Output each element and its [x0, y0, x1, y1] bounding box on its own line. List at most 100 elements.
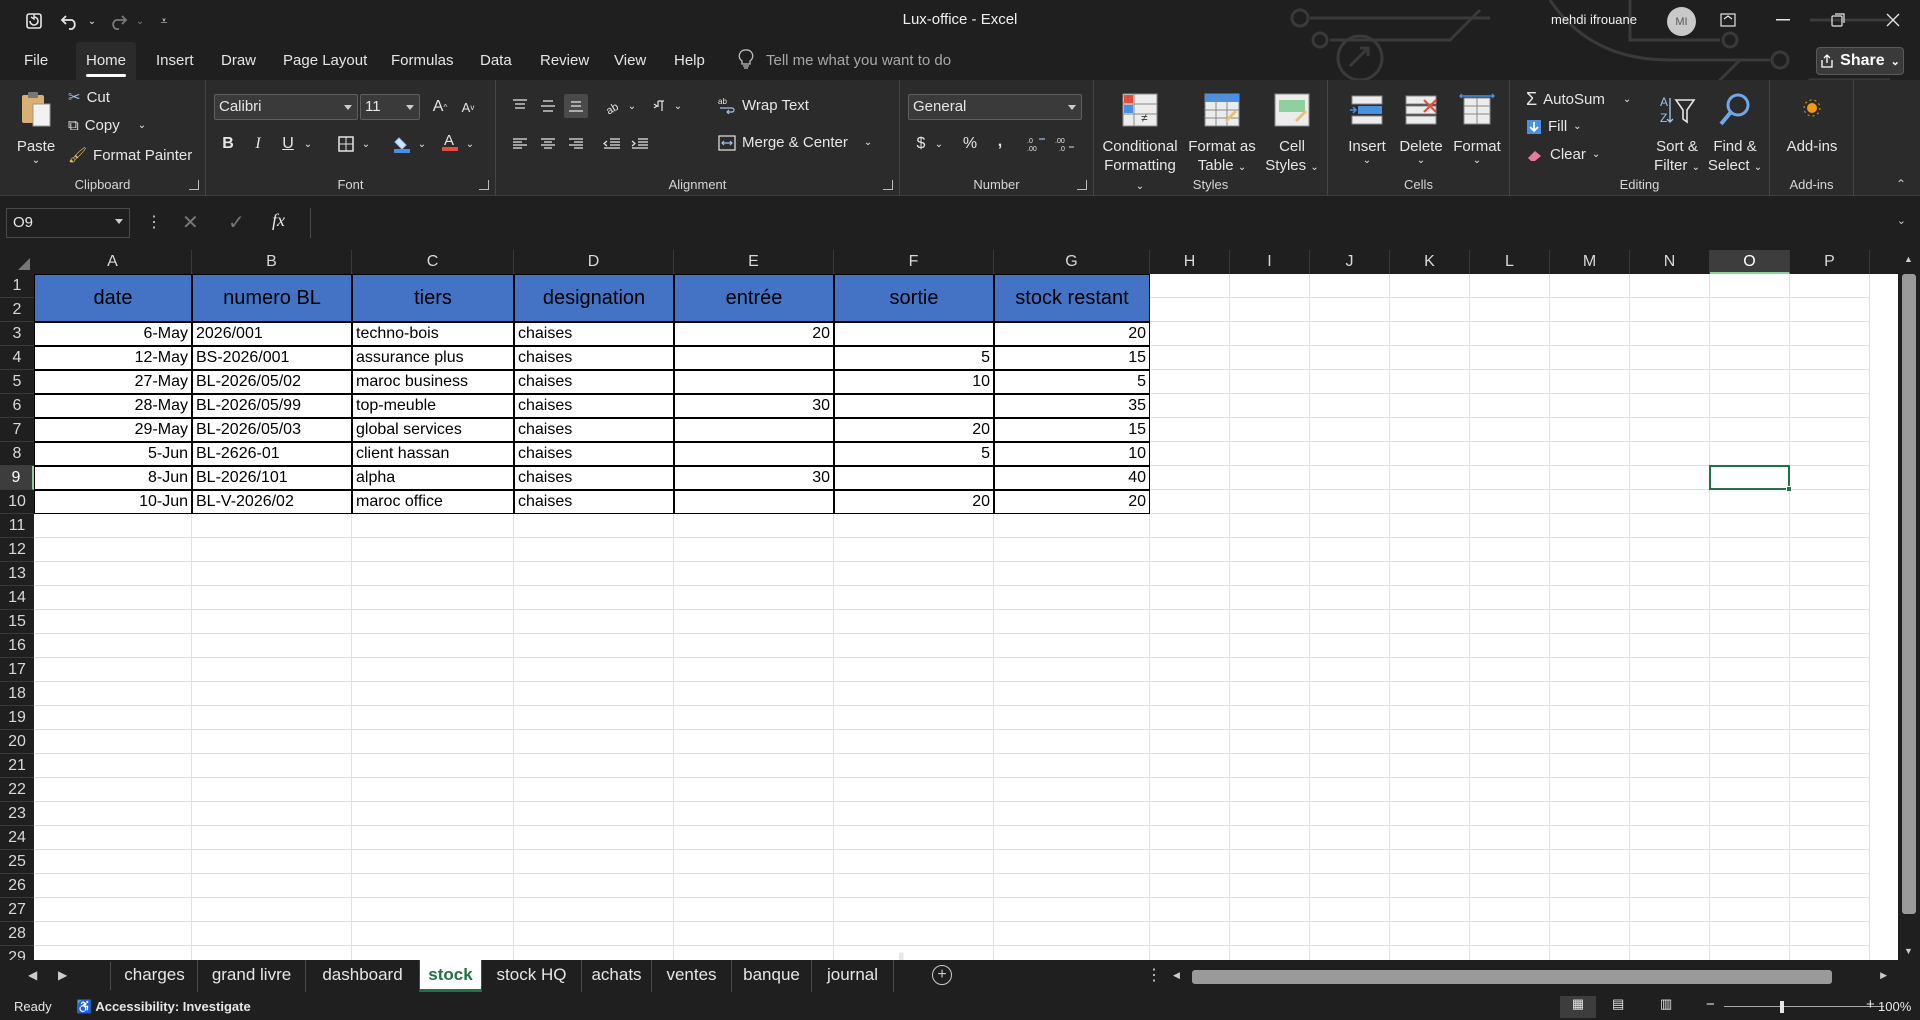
- table-cell[interactable]: BL-2026/101: [192, 466, 352, 490]
- cell-styles-button[interactable]: Cell Styles ⌄: [1262, 92, 1322, 177]
- align-top-icon[interactable]: [508, 94, 532, 118]
- sort-filter-button[interactable]: AZ Sort & Filter ⌄: [1648, 92, 1706, 177]
- fill-button[interactable]: Fill ⌄: [1526, 118, 1582, 135]
- table-header-cell[interactable]: entrée: [674, 274, 834, 322]
- find-select-button[interactable]: Find & Select ⌄: [1706, 92, 1764, 177]
- paste-button[interactable]: Paste ⌄: [10, 90, 62, 166]
- table-cell[interactable]: 35: [994, 394, 1150, 418]
- minimize-icon[interactable]: [1755, 0, 1810, 40]
- insert-function-icon[interactable]: fx: [272, 210, 285, 231]
- redo-dropdown-icon[interactable]: ⌄: [128, 9, 152, 33]
- table-cell[interactable]: techno-bois: [352, 322, 514, 346]
- column-header-o[interactable]: O: [1710, 250, 1790, 274]
- vertical-scroll-thumb[interactable]: [1902, 274, 1916, 914]
- table-cell[interactable]: [674, 370, 834, 394]
- table-header-cell[interactable]: numero BL: [192, 274, 352, 322]
- column-header-d[interactable]: D: [514, 250, 674, 274]
- row-header[interactable]: 19: [0, 706, 34, 730]
- select-all-button[interactable]: [0, 250, 34, 274]
- horizontal-scroll-thumb[interactable]: [1192, 970, 1832, 984]
- row-header[interactable]: 17: [0, 658, 34, 682]
- percent-button[interactable]: %: [958, 132, 982, 156]
- column-header-a[interactable]: A: [34, 250, 192, 274]
- tab-review[interactable]: Review: [530, 42, 599, 80]
- row-header[interactable]: 15: [0, 610, 34, 634]
- scroll-left-icon[interactable]: ◀: [1173, 970, 1180, 981]
- zoom-slider-thumb[interactable]: [1780, 1001, 1784, 1013]
- tab-data[interactable]: Data: [470, 42, 522, 80]
- column-header-g[interactable]: G: [994, 250, 1150, 274]
- tab-view[interactable]: View: [604, 42, 656, 80]
- row-header[interactable]: 5: [0, 370, 34, 394]
- comma-button[interactable]: ,: [988, 130, 1012, 154]
- column-header-h[interactable]: H: [1150, 250, 1230, 274]
- row-header[interactable]: 29: [0, 946, 34, 960]
- decrease-decimal-icon[interactable]: .00.0: [1052, 132, 1076, 156]
- table-cell[interactable]: BL-2026/05/99: [192, 394, 352, 418]
- page-layout-view-icon[interactable]: ▤: [1612, 996, 1624, 1012]
- merge-center-button[interactable]: Merge & Center ⌄: [718, 134, 872, 151]
- vertical-scrollbar[interactable]: ▲ ▼: [1898, 250, 1920, 960]
- redo-icon[interactable]: [106, 9, 130, 33]
- sheet-tab-charges[interactable]: charges: [112, 960, 198, 992]
- row-header[interactable]: 26: [0, 874, 34, 898]
- zoom-out-icon[interactable]: −: [1706, 996, 1715, 1013]
- number-format-select[interactable]: General: [908, 94, 1082, 120]
- fill-handle[interactable]: [1786, 486, 1792, 492]
- row-header[interactable]: 2: [0, 298, 34, 322]
- column-header-c[interactable]: C: [352, 250, 514, 274]
- shrink-font-icon[interactable]: Av: [456, 95, 480, 119]
- page-break-view-icon[interactable]: ▥: [1660, 996, 1672, 1012]
- align-left-icon[interactable]: [508, 132, 532, 156]
- chevron-down-icon[interactable]: ⌄: [296, 132, 320, 156]
- row-header[interactable]: 10: [0, 490, 34, 514]
- copy-button[interactable]: ⧉ Copy ⌄: [68, 117, 146, 134]
- customize-icon[interactable]: ⩡: [152, 9, 176, 33]
- table-cell[interactable]: chaises: [514, 466, 674, 490]
- table-cell[interactable]: assurance plus: [352, 346, 514, 370]
- row-header[interactable]: 11: [0, 514, 34, 538]
- row-header[interactable]: 6: [0, 394, 34, 418]
- sheet-tab-stock-hq[interactable]: stock HQ: [482, 960, 582, 992]
- table-cell[interactable]: BL-V-2026/02: [192, 490, 352, 514]
- increase-decimal-icon[interactable]: .0.00: [1024, 132, 1048, 156]
- row-header[interactable]: 14: [0, 586, 34, 610]
- wrap-text-button[interactable]: ab Wrap Text: [718, 96, 809, 114]
- close-icon[interactable]: [1865, 0, 1920, 40]
- row-header[interactable]: 1: [0, 274, 34, 298]
- chevron-down-icon[interactable]: ⌄: [354, 132, 378, 156]
- table-cell[interactable]: [834, 322, 994, 346]
- table-cell[interactable]: maroc business: [352, 370, 514, 394]
- row-header[interactable]: 9: [0, 466, 34, 490]
- row-header[interactable]: 3: [0, 322, 34, 346]
- row-header[interactable]: 28: [0, 922, 34, 946]
- table-cell[interactable]: BL-2026/05/02: [192, 370, 352, 394]
- table-cell[interactable]: 10: [834, 370, 994, 394]
- table-cell[interactable]: 10-Jun: [34, 490, 192, 514]
- column-header-n[interactable]: N: [1630, 250, 1710, 274]
- grow-font-icon[interactable]: A ^: [428, 95, 452, 119]
- table-cell[interactable]: 20: [994, 490, 1150, 514]
- font-family-select[interactable]: Calibri: [214, 94, 358, 120]
- row-header[interactable]: 13: [0, 562, 34, 586]
- table-cell[interactable]: [674, 490, 834, 514]
- tab-draw[interactable]: Draw: [211, 42, 266, 80]
- table-cell[interactable]: 27-May: [34, 370, 192, 394]
- table-cell[interactable]: 5-Jun: [34, 442, 192, 466]
- sheet-tab-stock[interactable]: stock: [420, 960, 482, 992]
- row-header[interactable]: 21: [0, 754, 34, 778]
- table-cell[interactable]: chaises: [514, 346, 674, 370]
- table-cell[interactable]: BL-2626-01: [192, 442, 352, 466]
- row-header[interactable]: 4: [0, 346, 34, 370]
- table-header-cell[interactable]: tiers: [352, 274, 514, 322]
- row-header[interactable]: 24: [0, 826, 34, 850]
- next-sheet-icon[interactable]: ▶: [58, 968, 67, 982]
- table-cell[interactable]: global services: [352, 418, 514, 442]
- column-header-e[interactable]: E: [674, 250, 834, 274]
- add-sheet-icon[interactable]: +: [932, 965, 952, 985]
- column-header-k[interactable]: K: [1390, 250, 1470, 274]
- table-cell[interactable]: chaises: [514, 418, 674, 442]
- clipboard-dialog-launcher[interactable]: [189, 180, 199, 190]
- zoom-level[interactable]: 100%: [1878, 999, 1911, 1014]
- table-cell[interactable]: [674, 442, 834, 466]
